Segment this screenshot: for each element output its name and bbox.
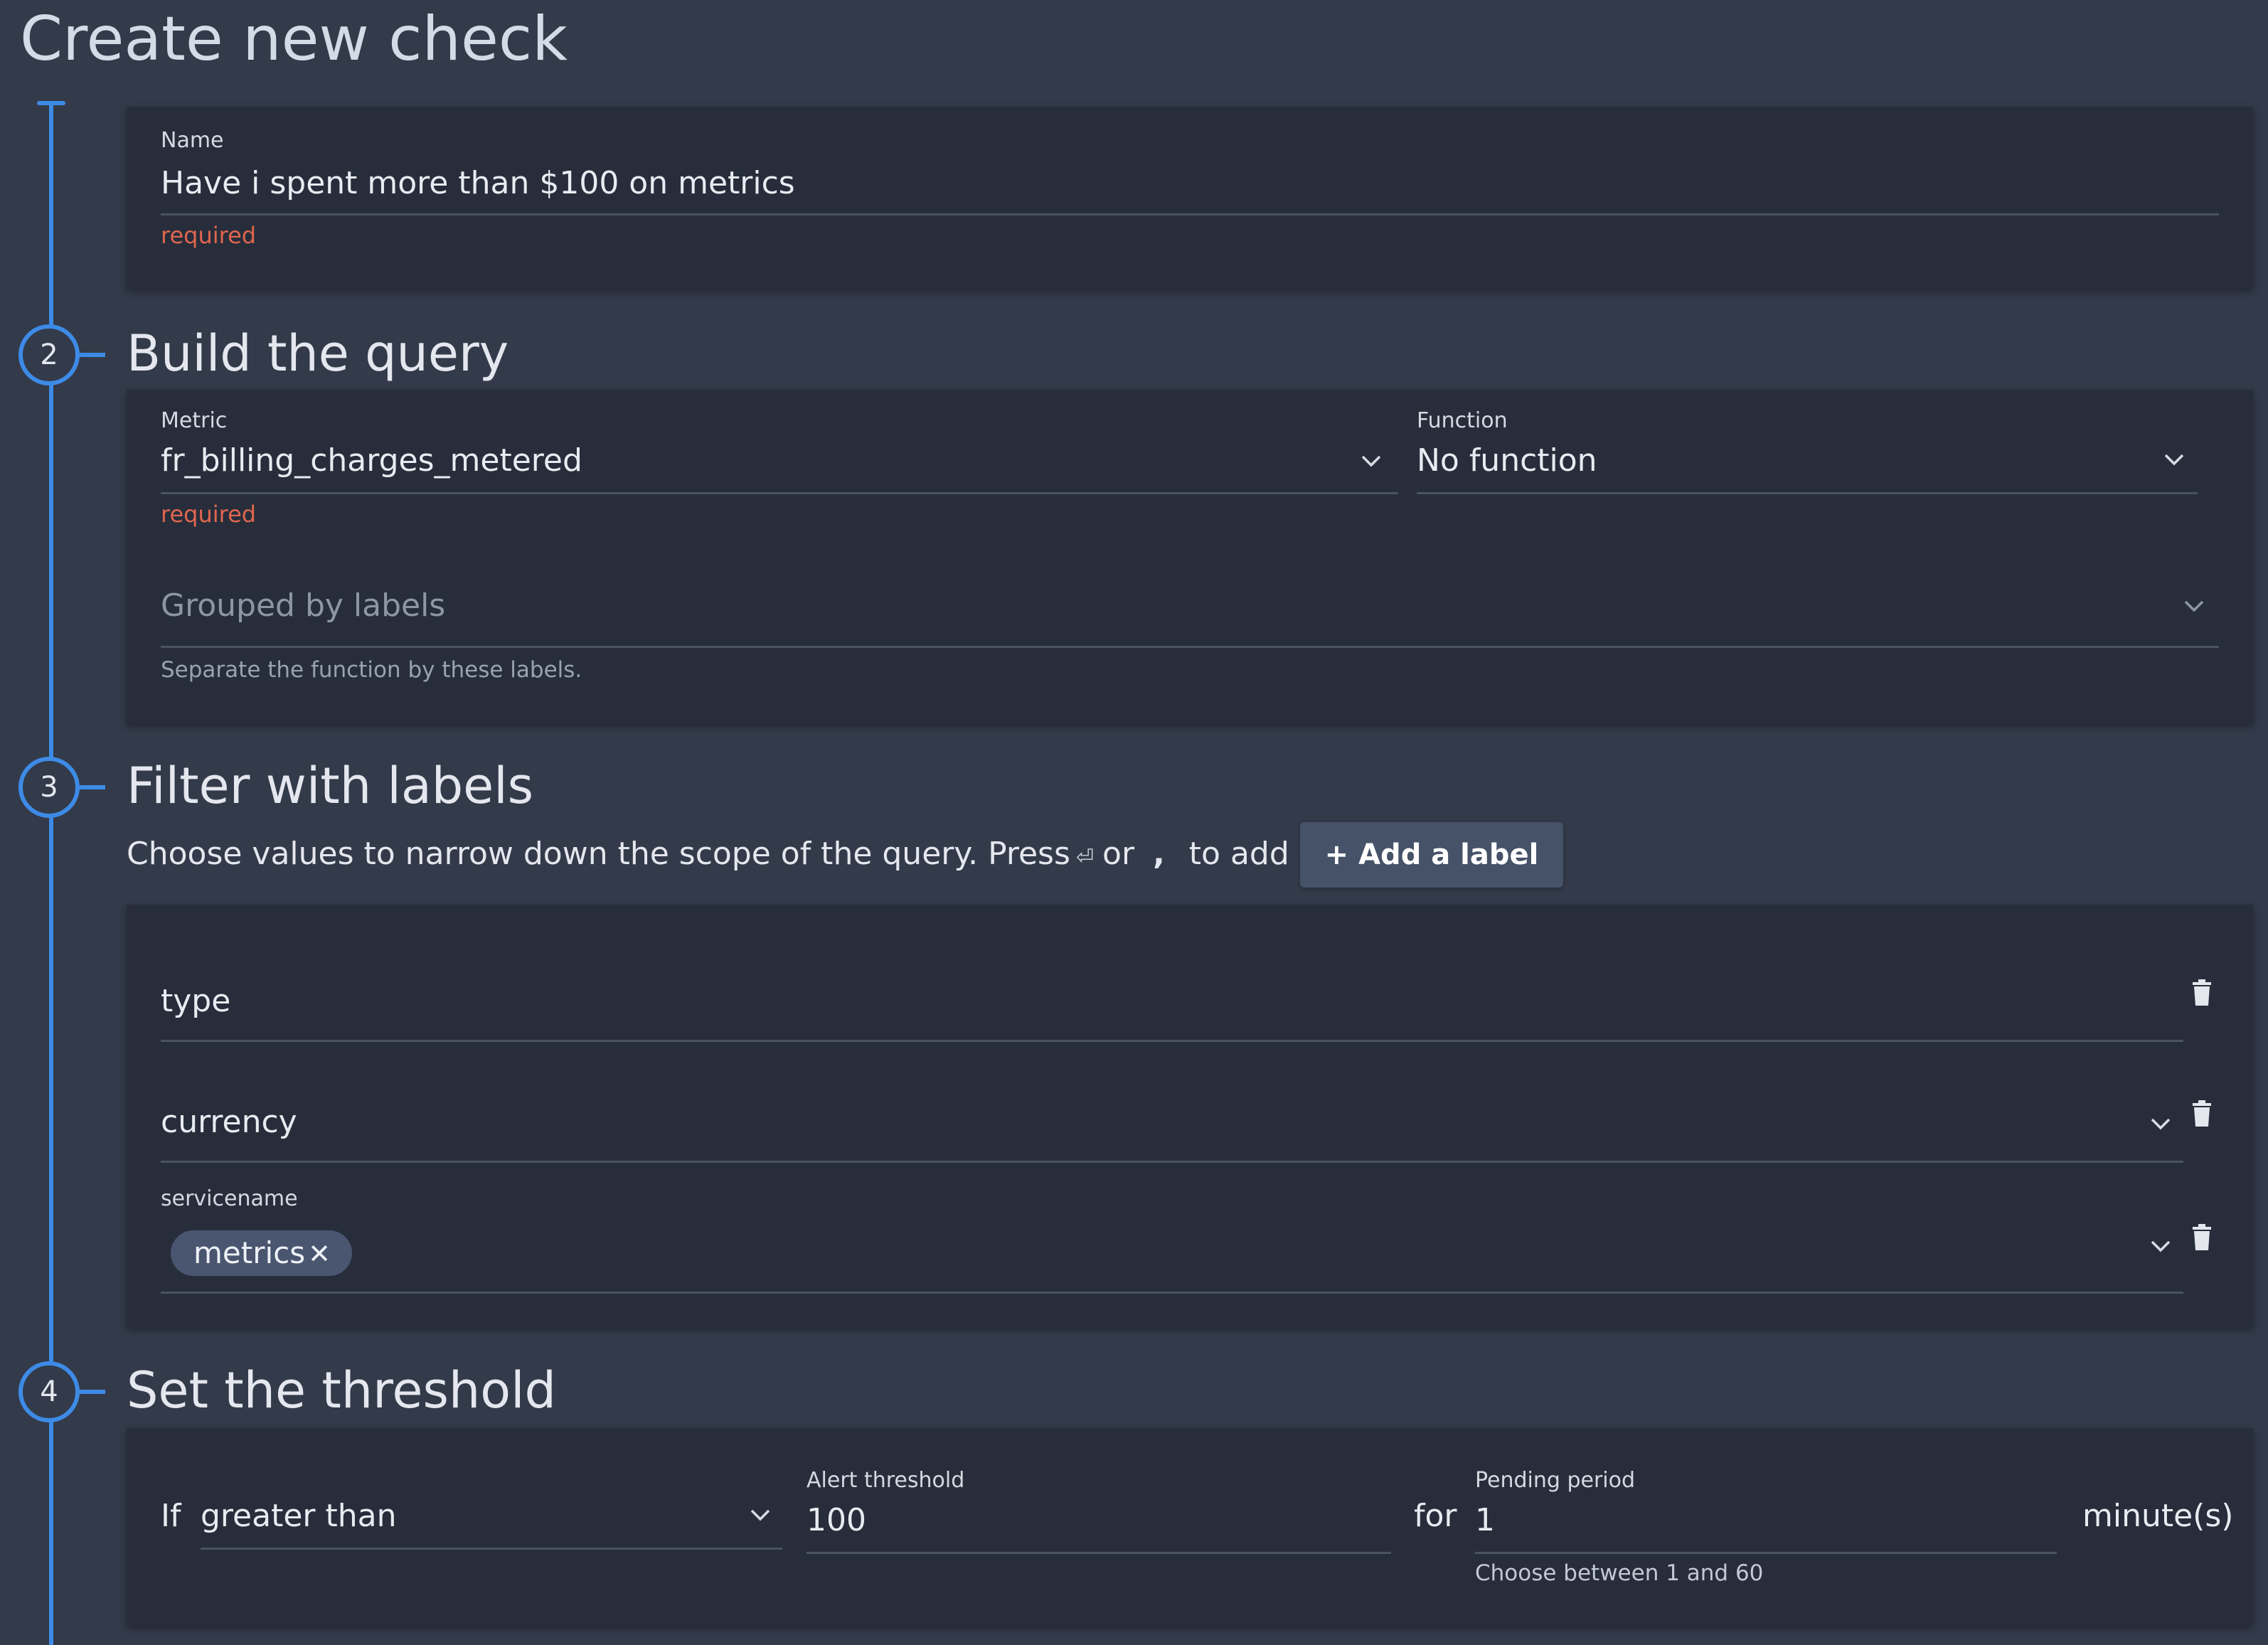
name-card: Name Have i spent more than $100 on metr… <box>127 107 2253 289</box>
pending-period-label: Pending period <box>1475 1468 1636 1493</box>
chevron-down-icon[interactable] <box>2150 1239 2171 1253</box>
timeline-cap <box>37 101 65 105</box>
label-servicename-underline <box>161 1292 2183 1294</box>
step-4-marker: 4 <box>18 1361 80 1422</box>
if-label: If <box>161 1498 181 1534</box>
add-label-key-button[interactable]: + Add a label key <box>1300 822 1563 937</box>
filter-labels-title: Filter with labels <box>127 757 534 815</box>
trash-icon[interactable] <box>2191 1223 2213 1252</box>
name-required-error: required <box>161 222 257 249</box>
filter-subtitle-text: Choose values to narrow down the scope o… <box>127 836 1070 872</box>
threshold-card: If greater than Alert threshold 100 for … <box>127 1428 2253 1626</box>
label-value-chip[interactable]: metrics ✕ <box>171 1230 352 1276</box>
function-underline <box>1417 492 2198 494</box>
metric-label: Metric <box>161 408 228 433</box>
name-label: Name <box>161 128 224 153</box>
unit-label: minute(s) <box>2082 1498 2234 1534</box>
step-3-connector <box>80 785 105 789</box>
grouped-by-labels-select[interactable]: Grouped by labels <box>161 587 445 624</box>
trash-icon[interactable] <box>2191 979 2213 1007</box>
operator-underline <box>201 1548 782 1550</box>
step-3-marker: 3 <box>18 757 80 818</box>
chevron-down-icon[interactable] <box>2150 1117 2171 1131</box>
label-type-underline <box>161 1040 2183 1042</box>
grouped-by-hint: Separate the function by these labels. <box>161 657 582 683</box>
filter-subtitle: Choose values to narrow down the scope o… <box>127 832 1391 880</box>
alert-threshold-input[interactable]: 100 <box>806 1502 866 1538</box>
enter-key-icon: ⏎ <box>1075 845 1095 870</box>
chevron-down-icon[interactable] <box>750 1508 771 1522</box>
metric-required-error: required <box>161 501 257 528</box>
pending-period-hint: Choose between 1 and 60 <box>1475 1560 1764 1586</box>
step-2-marker: 2 <box>18 324 80 385</box>
build-query-title: Build the query <box>127 324 509 383</box>
step-2-connector <box>80 353 105 357</box>
function-label: Function <box>1417 408 1508 433</box>
label-key-servicename: servicename <box>161 1186 298 1211</box>
labels-card: type currency servicename <box>127 905 2253 1327</box>
for-label: for <box>1414 1498 1457 1534</box>
pending-period-underline <box>1475 1552 2057 1554</box>
close-icon[interactable]: ✕ <box>308 1238 331 1269</box>
query-card: Metric fr_billing_charges_metered requir… <box>127 390 2253 724</box>
name-input[interactable]: Have i spent more than $100 on metrics <box>161 165 795 201</box>
label-key-currency[interactable]: currency <box>161 1104 297 1140</box>
alert-threshold-label: Alert threshold <box>806 1468 965 1493</box>
threshold-title: Set the threshold <box>127 1361 556 1420</box>
pending-period-input[interactable]: 1 <box>1475 1502 1495 1538</box>
chip-label: metrics <box>193 1235 306 1270</box>
metric-select[interactable]: fr_billing_charges_metered <box>161 442 582 479</box>
label-currency-underline <box>161 1161 2183 1163</box>
trash-icon[interactable] <box>2191 1100 2213 1128</box>
chevron-down-icon[interactable] <box>2163 452 2185 467</box>
chevron-down-icon[interactable] <box>1361 454 1382 468</box>
label-key-type[interactable]: type <box>161 983 230 1019</box>
name-underline <box>161 213 2219 215</box>
function-select[interactable]: No function <box>1417 442 1597 479</box>
operator-select[interactable]: greater than <box>201 1498 396 1534</box>
alert-threshold-underline <box>806 1552 1391 1554</box>
page-title: Create new check <box>20 4 568 75</box>
grouped-by-underline <box>161 646 2219 648</box>
comma-key: , <box>1153 836 1165 872</box>
chevron-down-icon[interactable] <box>2183 599 2205 613</box>
filter-subtitle-or: or <box>1102 836 1135 872</box>
metric-underline <box>161 492 1398 494</box>
step-4-connector <box>80 1390 105 1394</box>
